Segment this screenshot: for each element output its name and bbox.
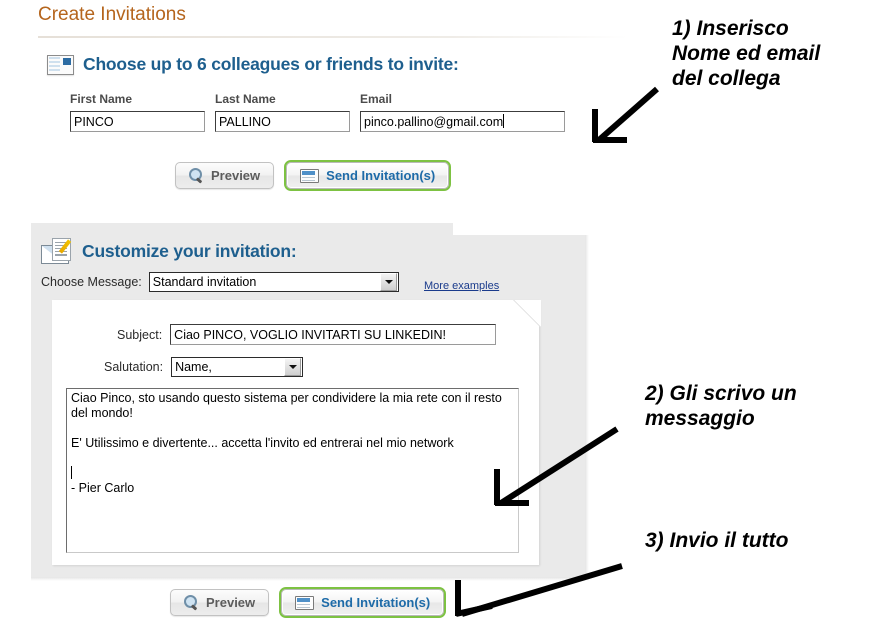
last-name-label: Last Name [215,92,276,106]
contacts-card-icon [47,54,74,75]
screenshot-stage: Create Invitations Choose up to 6 collea… [0,0,870,632]
email-label: Email [360,92,393,106]
choose-message-label: Choose Message: [41,275,142,289]
subject-label: Subject: [117,327,163,342]
annotation-step-2: 2) Gli scrivo un messaggio [645,382,797,430]
send-invitations-button-bottom-label: Send Invitation(s) [321,595,431,610]
magnifier-icon [189,168,204,183]
salutation-row: Salutation: Name, [104,357,304,377]
preview-button-bottom-label: Preview [206,595,256,610]
message-line-3: - Pier Carlo [71,481,135,495]
subject-input[interactable]: Ciao PINCO, VOGLIO INVITARTI SU LINKEDIN… [170,324,497,345]
choose-message-select-value: Standard invitation [152,275,257,289]
customize-heading-label: Customize your invitation: [82,240,297,261]
send-invitations-button-top[interactable]: Send Invitation(s) [284,160,452,191]
envelope-icon [295,595,315,610]
salutation-select[interactable]: Name, [171,357,304,377]
annotation-step-1: 1) Inserisco Nome ed email del collega [672,17,821,90]
salutation-select-value: Name, [175,360,212,374]
first-name-field-group: First Name PINCO [70,92,205,132]
page-title: Create Invitations [38,4,186,25]
customize-panel-shadow-right [585,235,589,577]
compose-envelope-pencil-icon [41,238,73,264]
bottom-button-row: Preview Send Invitation(s) [170,587,447,618]
choose-colleagues-heading-label: Choose up to 6 colleagues or friends to … [83,54,459,74]
message-textarea[interactable]: Ciao Pinco, sto usando questo sistema pe… [66,388,519,553]
subject-row: Subject: Ciao PINCO, VOGLIO INVITARTI SU… [117,324,497,345]
top-button-row: Preview Send Invitation(s) [175,160,452,191]
title-divider [38,36,628,38]
text-cursor [503,114,505,128]
email-input-value: pinco.pallino@gmail.com [364,115,504,129]
customize-heading: Customize your invitation: [41,238,297,264]
first-name-label: First Name [70,92,133,106]
envelope-icon [300,168,320,183]
magnifier-icon [184,595,199,610]
preview-button-bottom[interactable]: Preview [170,589,270,616]
more-examples-link[interactable]: More examples [424,280,499,292]
preview-button-top[interactable]: Preview [175,162,275,189]
chevron-down-icon[interactable] [379,273,397,291]
annotation-step-3: 3) Invio il tutto [645,529,789,552]
send-invitations-button-bottom[interactable]: Send Invitation(s) [279,587,447,618]
salutation-label: Salutation: [104,360,164,374]
choose-colleagues-heading: Choose up to 6 colleagues or friends to … [47,54,459,75]
chevron-down-icon[interactable] [284,358,302,376]
first-name-input[interactable]: PINCO [70,111,205,132]
last-name-field-group: Last Name PALLINO [215,92,350,132]
preview-button-top-label: Preview [211,168,261,183]
text-cursor [71,466,72,479]
choose-message-select[interactable]: Standard invitation [148,272,399,292]
message-line-1: Ciao Pinco, sto usando questo sistema pe… [71,391,506,420]
choose-message-row: Choose Message: Standard invitation [41,272,399,292]
email-field-group: Email pinco.pallino@gmail.com [360,92,565,132]
customize-panel-notch [453,223,585,235]
customize-panel-shadow-bottom [31,577,589,581]
send-invitations-button-top-label: Send Invitation(s) [326,168,436,183]
message-line-2: E' Utilissimo e divertente... accetta l'… [71,436,454,450]
email-input[interactable]: pinco.pallino@gmail.com [360,111,565,132]
last-name-input[interactable]: PALLINO [215,111,350,132]
annotation-arrow-1 [592,86,659,143]
